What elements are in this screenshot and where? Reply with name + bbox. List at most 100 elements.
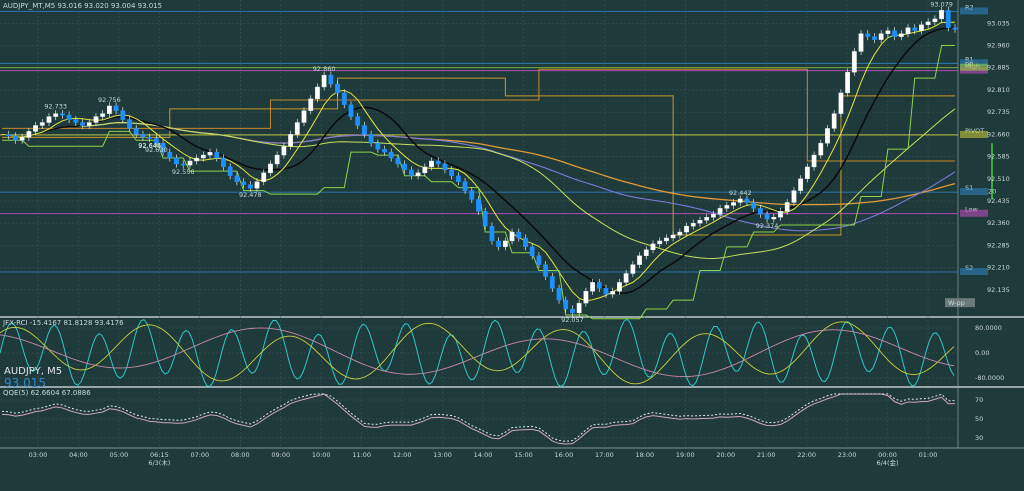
candle-body — [939, 10, 944, 20]
rci-level-label: 0.00 — [975, 349, 989, 357]
candle-body — [435, 160, 441, 165]
candle-body — [13, 135, 18, 141]
candle-body — [53, 113, 59, 117]
candle-body — [603, 288, 609, 295]
candle-body — [932, 18, 938, 23]
candle-body — [26, 131, 32, 138]
candle-body — [778, 211, 783, 218]
candle-body — [449, 169, 455, 177]
candle-body — [120, 110, 126, 120]
candle-body — [301, 110, 307, 123]
candle-body — [516, 231, 522, 239]
candle-body — [898, 33, 904, 37]
x-tick-label: 09:00 — [271, 451, 290, 459]
y-tick-label: 92.660 — [987, 130, 1010, 138]
price-annotation: 92.556 — [172, 168, 195, 176]
rci-level-label: 80.0000 — [975, 324, 1002, 332]
qqe-panel — [0, 388, 1024, 448]
x-tick-label: 23:00 — [838, 451, 857, 459]
level-tag — [960, 268, 988, 276]
candle-body — [744, 198, 750, 203]
candle-body — [610, 291, 616, 295]
candle-body — [442, 163, 448, 171]
candle-body — [200, 154, 206, 159]
candle-body — [106, 105, 112, 114]
candle-body — [771, 217, 777, 220]
candle-body — [784, 202, 790, 212]
y-tick-label: 92.735 — [987, 108, 1010, 116]
candle-body — [19, 137, 25, 141]
candle-body — [294, 122, 300, 135]
candle-body — [851, 51, 857, 73]
price-annotation: 92.860 — [313, 65, 336, 73]
candle-body — [308, 98, 314, 111]
x-tick-label: 20:00 — [716, 451, 735, 459]
rci-label: JFX-RCI -15.4167 81.8128 93.4176 — [2, 319, 124, 327]
candle-body — [174, 157, 179, 165]
candle-body — [811, 154, 817, 168]
x-tick-label: 04:00 — [69, 451, 88, 459]
candle-body — [6, 134, 12, 137]
candle-body — [335, 83, 340, 94]
qqe-label: QQE(5) 62.6604 67.0886 — [3, 389, 91, 397]
candle-body — [221, 157, 226, 168]
level-tag — [960, 209, 988, 217]
candle-body — [563, 299, 569, 310]
candle-body — [341, 92, 347, 105]
candle-body — [724, 205, 730, 209]
candle-body — [194, 157, 200, 162]
candle-body — [415, 172, 421, 177]
candle-body — [268, 163, 273, 174]
candle-body — [496, 240, 502, 248]
candle-body — [872, 36, 877, 40]
candle-body — [207, 151, 213, 156]
candle-body — [247, 184, 253, 189]
candle-body — [46, 116, 52, 123]
candle-body — [623, 273, 629, 283]
candle-body — [858, 33, 864, 52]
candle-body — [892, 30, 897, 37]
candle-body — [804, 166, 810, 179]
candle-body — [73, 119, 79, 123]
candle-body — [818, 143, 824, 156]
y-tick-label: 92.960 — [987, 42, 1010, 50]
chart-header: AUDJPY_MT,M5 93.016 93.020 93.004 93.015 — [3, 2, 162, 10]
y-tick-label: 92.810 — [987, 86, 1010, 94]
candle-body — [704, 217, 710, 221]
candle-body — [731, 202, 736, 206]
candle-body — [751, 202, 757, 209]
candle-body — [388, 151, 394, 159]
candle-body — [187, 160, 193, 166]
candle-body — [945, 10, 951, 28]
candle-body — [261, 172, 267, 182]
candle-body — [643, 249, 649, 256]
level-tag — [960, 188, 988, 196]
candle-body — [167, 151, 173, 159]
x-tick-label: 19:00 — [676, 451, 695, 459]
x-tick-label: 07:00 — [190, 451, 209, 459]
x-tick-label: 12:00 — [393, 451, 412, 459]
candle-body — [912, 27, 918, 31]
candle-body — [583, 291, 589, 304]
candle-body — [697, 220, 703, 224]
x-tick-label: 22:00 — [797, 451, 816, 459]
candle-body — [905, 27, 911, 34]
candle-body — [798, 178, 804, 191]
candle-body — [831, 113, 837, 129]
candle-body — [570, 308, 575, 314]
candle-body — [147, 137, 153, 139]
candle-body — [422, 166, 428, 174]
y-tick-label: 92.135 — [987, 286, 1010, 294]
candle-body — [395, 157, 401, 165]
candle-body — [214, 151, 220, 159]
y-tick-label: 92.360 — [987, 219, 1010, 227]
candle-body — [368, 134, 374, 144]
candle-body — [362, 125, 367, 135]
candle-body — [113, 105, 119, 111]
candle-body — [677, 231, 683, 236]
candle-body — [757, 208, 763, 215]
candle-body — [476, 199, 481, 212]
x-tick-label: 01:00 — [919, 451, 938, 459]
candle-body — [845, 71, 851, 94]
candle-body — [127, 119, 132, 129]
